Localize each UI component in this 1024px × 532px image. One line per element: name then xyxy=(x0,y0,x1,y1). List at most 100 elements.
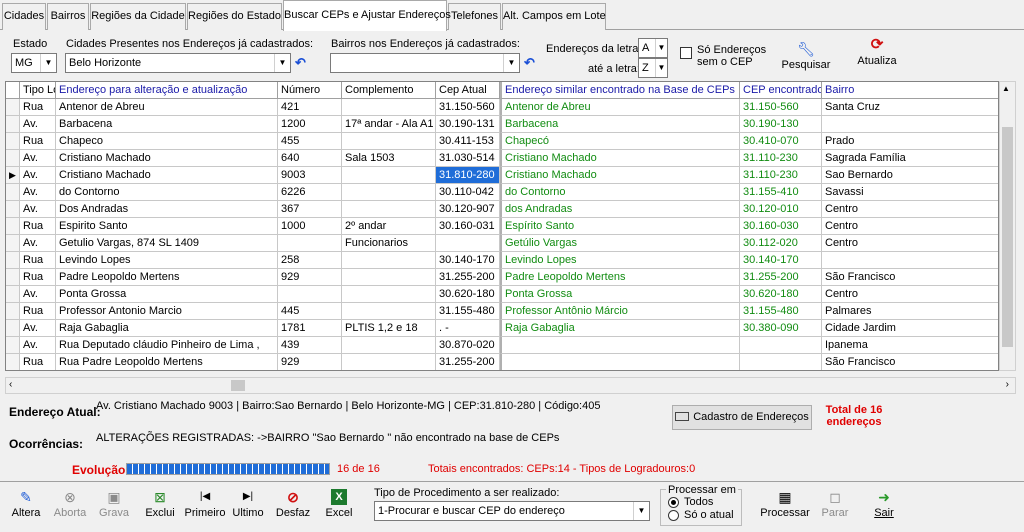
excel-button[interactable]: X Excel xyxy=(320,489,358,519)
table-cell[interactable]: Rua Padre Leopoldo Mertens xyxy=(56,354,278,370)
table-cell[interactable]: 30.120-010 xyxy=(740,201,822,218)
row-indicator[interactable] xyxy=(6,235,20,252)
table-row[interactable]: Av. Ponta Grossa 30.620-180 Ponta Grossa 30.… xyxy=(6,286,998,303)
table-cell[interactable] xyxy=(500,337,740,354)
table-cell[interactable]: 9003 xyxy=(278,167,342,184)
todos-radio[interactable] xyxy=(668,497,679,508)
scroll-thumb[interactable] xyxy=(1002,127,1013,347)
row-indicator[interactable] xyxy=(6,286,20,303)
table-cell[interactable]: Centro xyxy=(822,218,998,235)
procedimento-select[interactable]: 1-Procurar e buscar CEP do endereço ▼ xyxy=(374,501,650,521)
row-indicator[interactable] xyxy=(6,320,20,337)
table-cell[interactable]: 30.411-153 xyxy=(436,133,500,150)
table-cell[interactable]: Palmares xyxy=(822,303,998,320)
table-row[interactable]: Rua Padre Leopoldo Mertens 929 31.255-200 Pa… xyxy=(6,269,998,286)
table-cell[interactable]: do Contorno xyxy=(56,184,278,201)
table-cell[interactable]: Rua xyxy=(20,218,56,235)
table-cell[interactable] xyxy=(342,133,436,150)
row-indicator[interactable] xyxy=(6,252,20,269)
table-cell[interactable]: 30.120-907 xyxy=(436,201,500,218)
col-cep-atual[interactable]: Cep Atual xyxy=(436,82,500,99)
table-cell[interactable]: 30.112-020 xyxy=(740,235,822,252)
table-cell[interactable]: Centro xyxy=(822,201,998,218)
col-endereco[interactable]: Endereço para alteração e atualização xyxy=(56,82,278,99)
estado-select[interactable]: MG ▼ xyxy=(11,53,57,73)
row-indicator[interactable] xyxy=(6,303,20,320)
scroll-left-icon[interactable]: ‹ xyxy=(9,379,12,390)
table-cell[interactable]: Sao Bernardo xyxy=(822,167,998,184)
table-cell[interactable] xyxy=(342,303,436,320)
table-cell[interactable]: 439 xyxy=(278,337,342,354)
cadastro-enderecos-button[interactable]: Cadastro de Endereços xyxy=(672,405,812,430)
table-cell[interactable]: Barbacena xyxy=(500,116,740,133)
table-cell[interactable] xyxy=(278,235,342,252)
letra-ate-select[interactable]: Z ▼ xyxy=(638,58,668,78)
table-cell[interactable]: Sala 1503 xyxy=(342,150,436,167)
table-cell[interactable]: 30.140-170 xyxy=(436,252,500,269)
table-cell[interactable]: Raja Gabaglia xyxy=(56,320,278,337)
table-cell[interactable]: 2º andar xyxy=(342,218,436,235)
table-cell[interactable]: 31.155-480 xyxy=(740,303,822,320)
table-cell[interactable]: Av. xyxy=(20,116,56,133)
table-cell[interactable]: 31.255-200 xyxy=(740,269,822,286)
table-cell[interactable]: 30.380-090 xyxy=(740,320,822,337)
table-cell[interactable] xyxy=(342,286,436,303)
sair-button[interactable]: ➜ Sair xyxy=(866,489,902,519)
table-cell[interactable]: Barbacena xyxy=(56,116,278,133)
table-cell[interactable]: Padre Leopoldo Mertens xyxy=(56,269,278,286)
table-cell[interactable]: 455 xyxy=(278,133,342,150)
primeiro-button[interactable]: |◀ Primeiro xyxy=(184,489,226,519)
table-cell[interactable]: Funcionarios xyxy=(342,235,436,252)
exclui-button[interactable]: ⊠ Exclui xyxy=(140,489,180,519)
table-row[interactable]: Rua Levindo Lopes 258 30.140-170 Levindo Lop… xyxy=(6,252,998,269)
table-cell[interactable]: Cristiano Machado xyxy=(500,167,740,184)
table-cell[interactable]: Ponta Grossa xyxy=(500,286,740,303)
tab-regioes-estado[interactable]: Regiões do Estado xyxy=(187,3,282,30)
chevron-down-icon[interactable]: ▼ xyxy=(633,502,649,520)
row-indicator[interactable] xyxy=(6,337,20,354)
clear-bairro-icon[interactable]: ↶ xyxy=(524,55,535,71)
aborta-button[interactable]: ⊗ Aborta xyxy=(50,489,90,519)
table-cell[interactable]: 258 xyxy=(278,252,342,269)
table-cell[interactable]: 31.110-230 xyxy=(740,150,822,167)
table-cell[interactable]: 30.160-030 xyxy=(740,218,822,235)
desfaz-button[interactable]: ⊘ Desfaz xyxy=(273,489,313,519)
table-cell[interactable] xyxy=(342,167,436,184)
table-cell[interactable]: Getúlio Vargas xyxy=(500,235,740,252)
grava-button[interactable]: ▣ Grava xyxy=(94,489,134,519)
table-cell[interactable]: 17ª andar - Ala A1 xyxy=(342,116,436,133)
row-indicator[interactable] xyxy=(6,269,20,286)
row-indicator[interactable] xyxy=(6,99,20,116)
grid-horizontal-scrollbar[interactable]: ‹ › xyxy=(5,377,1016,394)
table-cell[interactable]: Av. xyxy=(20,167,56,184)
table-cell[interactable]: Av. xyxy=(20,286,56,303)
table-cell[interactable]: 30.140-170 xyxy=(740,252,822,269)
table-cell[interactable]: Chapeco xyxy=(56,133,278,150)
table-cell[interactable]: Rua xyxy=(20,303,56,320)
so-atual-radio[interactable] xyxy=(668,510,679,521)
table-cell[interactable] xyxy=(342,269,436,286)
table-cell[interactable]: Av. xyxy=(20,320,56,337)
letra-de-select[interactable]: A ▼ xyxy=(638,38,668,58)
row-indicator[interactable] xyxy=(6,201,20,218)
table-cell[interactable]: Ponta Grossa xyxy=(56,286,278,303)
row-indicator[interactable] xyxy=(6,150,20,167)
col-endereco-similar[interactable]: Endereço similar encontrado na Base de C… xyxy=(500,82,740,99)
ultimo-button[interactable]: ▶| Ultimo xyxy=(230,489,266,519)
table-cell[interactable]: Raja Gabaglia xyxy=(500,320,740,337)
scroll-right-icon[interactable]: › xyxy=(1006,379,1009,390)
table-row[interactable]: Rua Chapeco 455 30.411-153 Chapecó 30.410-070… xyxy=(6,133,998,150)
table-cell[interactable] xyxy=(342,337,436,354)
cidade-select[interactable]: Belo Horizonte ▼ xyxy=(65,53,291,73)
table-cell[interactable]: 30.410-070 xyxy=(740,133,822,150)
table-cell[interactable]: Centro xyxy=(822,286,998,303)
table-cell[interactable]: Rua Deputado cláudio Pinheiro de Lima , xyxy=(56,337,278,354)
table-cell[interactable]: Padre Leopoldo Mertens xyxy=(500,269,740,286)
table-row[interactable]: Rua Antenor de Abreu 421 31.150-560 Antenor … xyxy=(6,99,998,116)
table-cell[interactable]: Professor Antonio Marcio xyxy=(56,303,278,320)
table-cell[interactable]: 31.155-480 xyxy=(436,303,500,320)
table-cell[interactable]: Antenor de Abreu xyxy=(56,99,278,116)
table-cell[interactable]: 30.190-130 xyxy=(740,116,822,133)
tab-bairros[interactable]: Bairros xyxy=(47,3,89,30)
table-row[interactable]: ▶ Av. Cristiano Machado 9003 31.810-280 Crist… xyxy=(6,167,998,184)
